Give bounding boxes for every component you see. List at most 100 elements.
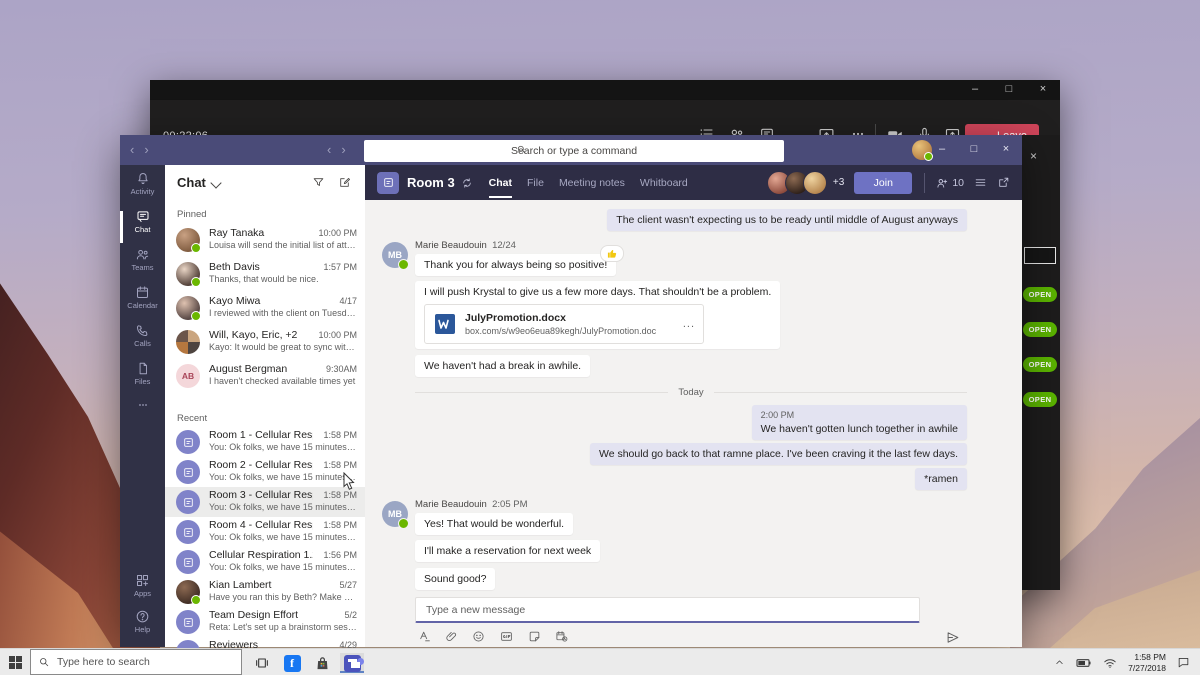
wifi-icon[interactable] — [1103, 657, 1117, 669]
minimize-button[interactable]: – — [926, 135, 958, 165]
chat-list-item[interactable]: Room 1 - Cellular Respiration ... 1:58 P… — [165, 427, 365, 457]
meeting-room-icon — [176, 460, 200, 484]
participant-count: 10 — [952, 177, 964, 189]
clock-date: 7/27/2018 — [1128, 663, 1166, 674]
facebook-icon[interactable]: f — [280, 653, 304, 673]
join-button[interactable]: Join — [854, 172, 912, 194]
avatar — [176, 228, 200, 252]
presence-dot — [191, 311, 201, 321]
message-incoming[interactable]: I'll make a reservation for next week — [415, 540, 600, 562]
new-chat-icon[interactable] — [338, 176, 351, 189]
microsoft-store-icon[interactable] — [310, 653, 334, 673]
sticker-icon[interactable] — [528, 630, 541, 643]
chat-preview: You: Ok folks, we have 15 minutes to go,… — [209, 442, 357, 452]
tab-whiteboard[interactable]: Whitboard — [640, 177, 688, 189]
chat-list-item[interactable]: Ray Tanaka 10:00 PM Louisa will send the… — [165, 225, 365, 259]
rail-item-files[interactable]: Files — [120, 361, 165, 399]
message-input[interactable] — [415, 597, 920, 623]
taskbar-clock[interactable]: 1:58 PM 7/27/2018 — [1128, 652, 1166, 673]
room-open-badge: OPEN — [1023, 357, 1057, 372]
message-incoming[interactable]: We haven't had a break in awhile. — [415, 355, 590, 377]
chat-time: 10:00 PM — [318, 330, 357, 340]
rail-item-chat[interactable]: Chat — [120, 209, 165, 247]
task-view-button[interactable] — [250, 653, 274, 673]
date-divider: Today — [415, 387, 967, 398]
message-outgoing[interactable]: We should go back to that ramne place. I… — [590, 443, 967, 465]
chat-list-item[interactable]: Room 4 - Cellular Respiration ... 1:58 P… — [165, 517, 365, 547]
add-participant-count[interactable]: 10 — [935, 176, 964, 190]
taskbar-search-input[interactable] — [30, 649, 242, 675]
rail-item-more[interactable] — [120, 399, 165, 437]
close-icon[interactable]: × — [1030, 149, 1037, 163]
chat-preview: Kayo: It would be great to sync with... — [209, 342, 357, 352]
message-list: The client wasn't expecting us to be rea… — [365, 200, 1022, 592]
message-incoming[interactable]: Thank you for always being so positive! — [415, 254, 616, 276]
command-search-input[interactable] — [364, 140, 784, 162]
message-outgoing[interactable]: The client wasn't expecting us to be rea… — [607, 209, 967, 231]
chat-list-item[interactable]: Beth Davis 1:57 PM Thanks, that would be… — [165, 259, 365, 293]
maximize-button[interactable]: □ — [958, 135, 990, 165]
close-button[interactable]: × — [1026, 80, 1060, 100]
message-incoming[interactable]: Yes! That would be wonderful. — [415, 513, 573, 535]
chevron-down-icon[interactable] — [210, 177, 221, 188]
action-center-icon[interactable] — [1177, 656, 1190, 669]
file-more-icon[interactable]: ... — [683, 318, 695, 330]
schedule-icon[interactable] — [555, 630, 568, 643]
send-icon[interactable] — [945, 630, 960, 645]
tab-chat[interactable]: Chat — [489, 177, 512, 189]
thumbs-up-reaction[interactable] — [600, 245, 624, 262]
chat-list-item[interactable]: Kian Lambert 5/27 Have you ran this by B… — [165, 577, 365, 607]
chat-list-header: Chat — [165, 165, 365, 201]
teams-taskbar-icon[interactable] — [340, 653, 364, 673]
tab-meeting-notes[interactable]: Meeting notes — [559, 177, 625, 189]
message-group: MB Marie Beaudouin 2:05 PM Yes! That wou… — [415, 499, 573, 535]
message-incoming[interactable]: I will push Krystal to give us a few mor… — [415, 281, 780, 349]
chat-list-item-selected[interactable]: Room 3 - Cellular Respiration ... 1:58 P… — [165, 487, 365, 517]
chat-name: Kian Lambert — [209, 579, 313, 591]
message-incoming[interactable]: Sound good? — [415, 568, 495, 590]
battery-icon[interactable] — [1076, 657, 1092, 669]
chat-list-item[interactable]: AB August Bergman 9:30AM I haven't check… — [165, 361, 365, 395]
chat-list-item[interactable]: Kayo Miwa 4/17 I reviewed with the clien… — [165, 293, 365, 327]
chat-list-item[interactable]: Cellular Respiration 1.2 1:56 PM You: Ok… — [165, 547, 365, 577]
nav-back-forward[interactable]: ‹› — [130, 142, 159, 157]
minimize-button[interactable]: – — [958, 80, 992, 100]
close-button[interactable]: × — [990, 135, 1022, 165]
participant-overflow[interactable]: +3 — [833, 177, 844, 188]
message-outgoing[interactable]: *ramen — [915, 468, 967, 490]
emoji-icon[interactable] — [472, 630, 485, 643]
rail-item-activity[interactable]: Activity — [120, 171, 165, 209]
tray-expand-icon[interactable] — [1054, 657, 1065, 668]
breakout-rooms-strip: × OPEN OPEN OPEN OPEN — [1022, 135, 1060, 590]
nav-back-forward-2[interactable]: ‹› — [327, 142, 356, 157]
chat-name: Beth Davis — [209, 261, 313, 273]
app-rail: Activity Chat Teams Calendar Calls Files — [120, 165, 165, 647]
tab-file[interactable]: File — [527, 177, 544, 189]
maximize-button[interactable]: □ — [992, 80, 1026, 100]
start-button[interactable] — [9, 656, 22, 669]
room-header: Room 3 Chat File Meeting notes Whitboard… — [365, 165, 1022, 200]
rail-item-calendar[interactable]: Calendar — [120, 285, 165, 323]
popout-icon[interactable] — [997, 176, 1010, 189]
participant-avatar[interactable] — [803, 171, 827, 195]
format-icon[interactable] — [418, 630, 431, 643]
rail-item-help[interactable]: Help — [120, 609, 165, 647]
rail-item-calls[interactable]: Calls — [120, 323, 165, 361]
chat-list-item[interactable]: Will, Kayo, Eric, +2 10:00 PM Kayo: It w… — [165, 327, 365, 361]
rail-item-apps[interactable]: Apps — [120, 573, 165, 611]
chat-preview: Louisa will send the initial list of att… — [209, 240, 357, 250]
initials-avatar: AB — [176, 364, 200, 388]
message-outgoing[interactable]: 2:00 PM We haven't gotten lunch together… — [752, 405, 967, 440]
attach-icon[interactable] — [445, 630, 458, 643]
gif-icon[interactable] — [499, 630, 514, 643]
conversation-panel: Room 3 Chat File Meeting notes Whitboard… — [365, 165, 1022, 647]
chat-name: Will, Kayo, Eric, +2 — [209, 329, 313, 341]
chat-preview: You: Ok folks, we have 15 minutes to go,… — [209, 502, 357, 512]
menu-icon[interactable] — [974, 176, 987, 189]
chat-list-item[interactable]: Room 2 - Cellular Respiration ... 1:58 P… — [165, 457, 365, 487]
teams-window: ‹› ‹› – □ × Activity Chat Teams — [120, 135, 1022, 647]
chat-list-item[interactable]: Team Design Effort 5/2 Reta: Let's set u… — [165, 607, 365, 637]
filter-icon[interactable] — [312, 176, 325, 189]
file-attachment[interactable]: JulyPromotion.docx box.com/s/w9eo6eua89k… — [424, 304, 704, 344]
rail-item-teams[interactable]: Teams — [120, 247, 165, 285]
